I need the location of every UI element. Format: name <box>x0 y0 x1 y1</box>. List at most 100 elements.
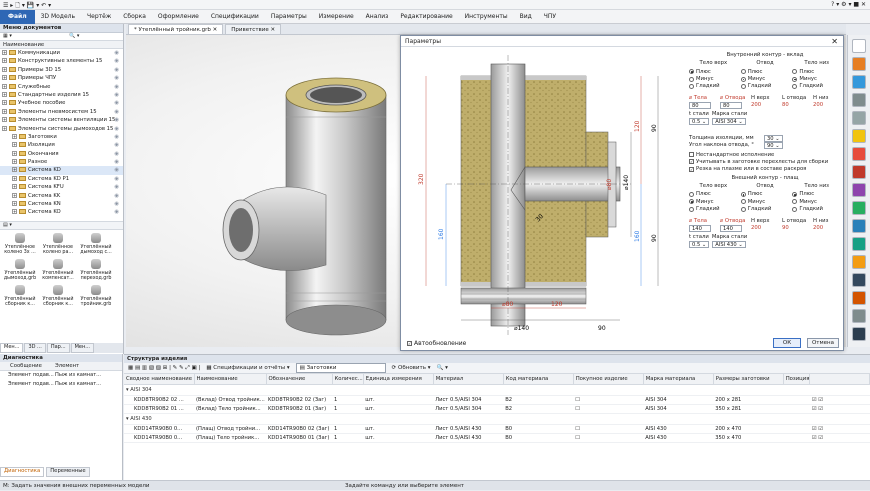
table-row[interactable]: KDD14TR90B0 0... (Плащ) Отвод тройни... KD… <box>124 424 870 434</box>
tool-icon[interactable] <box>852 39 866 53</box>
row-checks[interactable]: ☑ ☑ <box>809 395 870 405</box>
radio-option[interactable]: Плюс <box>740 191 790 198</box>
ok-button[interactable]: ОК <box>773 338 801 348</box>
dim-value[interactable]: 140 <box>689 224 711 232</box>
column-header[interactable]: Наименование <box>194 374 267 385</box>
visibility-icon[interactable]: ◉ <box>114 66 119 74</box>
visibility-icon[interactable]: ◉ <box>114 200 119 208</box>
tree-item[interactable]: + Изоляция ◉ <box>0 141 123 149</box>
expand-icon[interactable]: + <box>12 159 17 165</box>
tool-icon[interactable] <box>852 327 866 341</box>
thumbnail-item[interactable]: Утеплённый переход.grb <box>77 259 115 285</box>
expand-icon[interactable]: + <box>12 201 17 207</box>
radio-option[interactable]: Гладкий <box>792 83 841 90</box>
radio-option[interactable]: Минус <box>792 75 841 82</box>
blanks-select[interactable]: ▤ Заготовки <box>295 363 386 373</box>
radio-option[interactable]: Плюс <box>792 68 841 75</box>
tree-item[interactable]: + Система KD ◉ <box>0 166 123 175</box>
tool-icon[interactable] <box>852 111 866 125</box>
menu-item[interactable]: ЧПУ <box>538 10 562 24</box>
visibility-icon[interactable]: ◉ <box>114 49 119 57</box>
tool-icon[interactable] <box>852 75 866 89</box>
panel-tab[interactable]: 3D ... <box>24 343 46 353</box>
tree-item[interactable]: + Заготовки ◉ <box>0 133 123 141</box>
menu-item[interactable]: Инструменты <box>459 10 514 24</box>
tree-item[interactable]: + Примеры 3D 15 ◉ <box>0 66 123 74</box>
visibility-icon[interactable]: ◉ <box>114 74 119 82</box>
radio-option[interactable]: Плюс <box>792 191 841 198</box>
visibility-icon[interactable]: ◉ <box>114 108 119 116</box>
expand-icon[interactable]: + <box>12 209 17 215</box>
radio-option[interactable]: Гладкий <box>792 206 841 213</box>
radio-option[interactable]: Минус <box>689 75 738 82</box>
diag-row[interactable]: Элемент подав... Пыж из камнат... <box>0 371 122 380</box>
expand-icon[interactable]: + <box>12 175 17 181</box>
thumbs-toolbar[interactable]: ▤ ▾ <box>0 221 123 230</box>
visibility-icon[interactable]: ◉ <box>114 91 119 99</box>
expand-icon[interactable]: + <box>2 125 7 131</box>
purchased-checkbox[interactable]: ☐ <box>575 406 580 412</box>
radio-option[interactable]: Гладкий <box>689 206 738 213</box>
column-header[interactable]: Сводное наименование <box>124 374 195 385</box>
expand-icon[interactable]: + <box>2 91 7 97</box>
inner-t-select[interactable]: 0.5 ⌄ <box>689 118 710 126</box>
expand-icon[interactable]: + <box>12 184 17 190</box>
thumbnail-item[interactable]: Утеплённый дымоход с... <box>77 233 115 259</box>
tree-item[interactable]: + Элементы системы дымоходов 15 ◉ <box>0 125 123 133</box>
expand-icon[interactable]: + <box>2 66 7 72</box>
menu-item[interactable]: Редактирование <box>394 10 458 24</box>
tool-icon[interactable] <box>852 93 866 107</box>
visibility-icon[interactable]: ◉ <box>114 99 119 107</box>
panel-tab[interactable]: Мен... <box>0 343 24 353</box>
visibility-icon[interactable]: ◉ <box>114 150 119 158</box>
menu-item[interactable]: Чертёж <box>81 10 117 24</box>
table-row[interactable]: KDD14TR90B0 0... (Плащ) Тело тройник... KD… <box>124 433 870 443</box>
refresh-button[interactable]: ⟳ Обновить ▾ <box>392 363 431 374</box>
thumbnail-item[interactable]: Утеплённый сборник к... <box>1 285 39 311</box>
table-row[interactable]: KDD8TR90B2 02 ... (Вклад) Отвод тройник..… <box>124 395 870 405</box>
dim-value[interactable]: 80 <box>689 102 711 110</box>
radio-option[interactable]: Минус <box>689 198 738 205</box>
dim-value[interactable]: 140 <box>720 224 742 232</box>
tool-icon[interactable] <box>852 255 866 269</box>
thumbnail-item[interactable]: Утеплённый компенсат... <box>39 259 77 285</box>
column-header[interactable]: Размеры заготовки <box>713 374 784 385</box>
tab-welcome[interactable]: Приветствие ✕ <box>225 24 282 34</box>
menu-item[interactable]: Измерение <box>313 10 360 24</box>
radio-option[interactable]: Минус <box>740 198 790 205</box>
column-header[interactable]: Позиция <box>783 374 811 385</box>
purchased-checkbox[interactable]: ☐ <box>575 426 580 432</box>
expand-icon[interactable]: + <box>12 150 17 156</box>
visibility-icon[interactable]: ◉ <box>114 175 119 183</box>
column-header[interactable]: Количес... <box>332 374 364 385</box>
structure-search-icon[interactable]: 🔍 ▾ <box>436 363 447 374</box>
expand-icon[interactable]: + <box>2 100 7 106</box>
menu-item[interactable]: Спецификации <box>205 10 265 24</box>
cancel-button[interactable]: Отмена <box>807 338 839 348</box>
radio-option[interactable]: Минус <box>792 198 841 205</box>
tool-icon[interactable] <box>852 57 866 71</box>
insulation-select[interactable]: 30 ⌄ <box>764 135 783 143</box>
table-row[interactable]: KDD8TR90B2 01 ... (Вклад) Тело тройник...… <box>124 404 870 414</box>
thumbnail-item[interactable]: Утеплённое колено 3х ... <box>1 233 39 259</box>
visibility-icon[interactable]: ◉ <box>114 57 119 65</box>
row-checks[interactable]: ☑ ☑ <box>809 424 870 434</box>
tree-item[interactable]: + Система KD P1 ◉ <box>0 175 123 183</box>
menu-item[interactable]: Оформление <box>152 10 205 24</box>
visibility-icon[interactable]: ◉ <box>114 192 119 200</box>
column-header[interactable]: Обозначение <box>266 374 333 385</box>
tool-icon[interactable] <box>852 291 866 305</box>
group-row[interactable]: ▾ AISI 304 <box>124 384 870 396</box>
tool-icon[interactable] <box>852 273 866 287</box>
radio-option[interactable]: Гладкий <box>740 83 790 90</box>
visibility-icon[interactable]: ◉ <box>114 208 119 216</box>
visibility-icon[interactable]: ◉ <box>114 116 119 124</box>
radio-option[interactable]: Гладкий <box>689 83 738 90</box>
visibility-icon[interactable]: ◉ <box>114 83 119 91</box>
column-header[interactable]: Единица измерения <box>363 374 434 385</box>
option-checkbox[interactable]: ✓ Резка на плазме или в составе раскроя <box>689 166 841 173</box>
visibility-icon[interactable]: ◉ <box>114 183 119 191</box>
outer-mark-select[interactable]: AISI 430 ⌄ <box>712 240 746 248</box>
thumbnail-item[interactable]: Утеплённый тройник.grb <box>77 285 115 311</box>
visibility-icon[interactable]: ◉ <box>114 141 119 149</box>
